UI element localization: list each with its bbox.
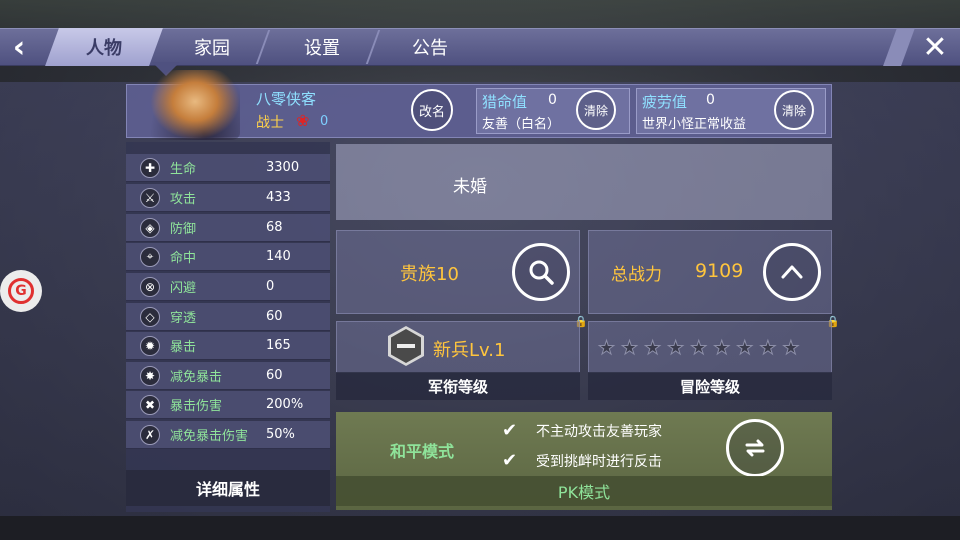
detail-attributes-button[interactable]: 详细属性 [126, 470, 330, 506]
crossed-swords-resist-icon: ✗ [140, 424, 160, 445]
stat-row-hit: ⌖ 命中 140 [126, 243, 330, 271]
fatigue-value: 0 [706, 92, 715, 108]
clear-fatigue-button[interactable]: 清除 [774, 90, 814, 130]
stat-row-hp: ✚ 生命 3300 [126, 154, 330, 182]
military-rank-caption: 军衔等级 [336, 372, 580, 400]
plus-icon: ✚ [140, 157, 160, 178]
noble-level: 贵族10 [400, 264, 459, 285]
check-icon: ✔ [502, 420, 518, 441]
star-icon: ★ [759, 337, 777, 359]
check-icon: ✔ [502, 450, 518, 471]
hunt-value: 0 [548, 92, 557, 108]
stats-list: ✚ 生命 3300 ⚔ 攻击 433 ◈ 防御 68 ⌖ 命中 140 ⊗ 闪避… [126, 142, 330, 512]
switch-pk-mode-button[interactable] [726, 419, 784, 477]
pk-mode-current: 和平模式 [390, 442, 455, 461]
tab-character[interactable]: 人物 [45, 28, 163, 66]
star-icon: ★ [597, 337, 616, 359]
star-icon: ★ [621, 337, 639, 359]
stat-row-crit-resist: ✸ 减免暴击 60 [126, 362, 330, 390]
military-rank: 新兵Lv.1 [433, 340, 506, 361]
burst-resist-icon: ✸ [140, 365, 160, 386]
crosshair-icon: ⌖ [140, 246, 160, 267]
shield-icon: ◈ [140, 217, 160, 238]
star-icon: ★ [736, 337, 754, 359]
hunt-title: 猎命值 [482, 93, 528, 111]
game-logo-icon: G [8, 278, 34, 304]
combat-power-label: 总战力 [611, 265, 662, 285]
tab-announcement[interactable]: 公告 [390, 28, 470, 66]
sword-icon: ⚔ [140, 187, 160, 208]
stat-row-crit-damage: ✖ 暴击伤害 200% [126, 391, 330, 419]
stat-row-attack: ⚔ 攻击 433 [126, 184, 330, 212]
star-icon: ★ [644, 337, 662, 359]
character-class: 战士 [256, 115, 284, 131]
rose-icon: ❀ [296, 111, 310, 130]
stat-row-defense: ◈ 防御 68 [126, 214, 330, 242]
rose-count: 0 [320, 114, 329, 129]
tab-settings[interactable]: 设置 [282, 28, 362, 66]
close-button[interactable]: ✕ [910, 26, 960, 68]
star-icon: ★ [667, 337, 685, 359]
star-icon: ★ [713, 337, 731, 359]
adventure-stars: ★ ★ ★ ★ ★ ★ ★ ★ ★ [597, 337, 800, 359]
chevron-up-icon [781, 265, 803, 279]
power-up-button[interactable] [763, 243, 821, 301]
tab-home[interactable]: 家园 [172, 28, 252, 66]
stat-row-pierce: ◇ 穿透 60 [126, 303, 330, 331]
pk-rule: 受到挑衅时进行反击 [536, 454, 662, 470]
fatigue-desc: 世界小怪正常收益 [642, 117, 747, 132]
stat-row-crit: ✹ 暴击 165 [126, 332, 330, 360]
star-icon: ★ [782, 337, 800, 359]
fatigue-title: 疲劳值 [642, 93, 688, 111]
burst-icon: ✹ [140, 335, 160, 356]
swap-icon [745, 439, 765, 457]
back-button[interactable]: ‹ [0, 28, 38, 66]
pierce-icon: ◇ [140, 306, 160, 327]
combat-power-value: 9109 [695, 260, 744, 282]
adventure-level-caption: 冒险等级 [588, 372, 832, 400]
pk-rule: 不主动攻击友善玩家 [536, 424, 662, 440]
character-avatar[interactable] [150, 70, 240, 140]
stat-row-dodge: ⊗ 闪避 0 [126, 273, 330, 301]
bottom-strip [0, 516, 960, 540]
dodge-icon: ⊗ [140, 276, 160, 297]
star-icon: ★ [690, 337, 708, 359]
character-name: 八零侠客 [256, 90, 317, 108]
marriage-status-box [336, 144, 832, 220]
side-menu-button[interactable]: G [0, 270, 42, 312]
pk-mode-caption: PK模式 [336, 476, 832, 506]
search-icon [529, 260, 554, 285]
stat-row-crit-damage-resist: ✗ 减免暴击伤害 50% [126, 421, 330, 449]
close-icon: ✕ [922, 29, 948, 65]
rename-button[interactable]: 改名 [411, 89, 453, 131]
clear-hunt-button[interactable]: 清除 [576, 90, 616, 130]
marriage-status: 未婚 [453, 177, 487, 197]
hunt-desc: 友善（白名） [482, 117, 561, 132]
chevron-left-icon: ‹ [12, 29, 26, 65]
crossed-swords-icon: ✖ [140, 394, 160, 415]
noble-search-button[interactable] [512, 243, 570, 301]
